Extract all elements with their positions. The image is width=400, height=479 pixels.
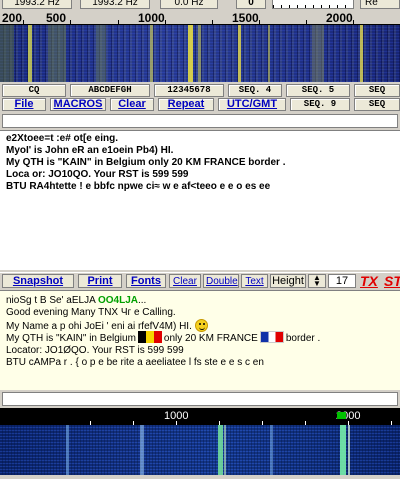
waterfall-top[interactable] (0, 25, 400, 82)
belgium-flag-icon (137, 331, 162, 343)
scale-mark (259, 20, 260, 24)
macro-cq-button[interactable]: CQ (2, 84, 66, 97)
signal-trace (0, 25, 14, 82)
tx-line: MyoI' is John eR an e1oein Pb4) HI. (6, 145, 174, 156)
rx-text: nioSg t B Se' aELJA (6, 295, 98, 306)
rx-line: BTU cAMPa r . { o p e be rite a aeeliate… (6, 357, 264, 368)
signal-trace (28, 25, 32, 82)
macro-12345678-button[interactable]: 12345678 (154, 84, 224, 97)
scale-mark (70, 20, 71, 24)
macro-row-2: File MACROS Clear Repeat UTC/GMT SEQ. 9 … (0, 98, 400, 111)
height-label: Height (270, 274, 306, 288)
st-button[interactable]: ST (384, 273, 400, 289)
macros-button[interactable]: MACROS (50, 98, 106, 111)
macro-abcdefgh-button[interactable]: ABCDEFGH (70, 84, 150, 97)
double-button[interactable]: Double (203, 274, 239, 288)
fonts-button[interactable]: Fonts (126, 274, 166, 288)
rx-line: Locator: JO1ØQO. Your RST is 599 599 (6, 345, 184, 356)
macro-seq-button[interactable]: SEQ (354, 84, 400, 97)
signal-trace (224, 425, 226, 475)
frequency-box-2[interactable]: 1993.2 Hz (80, 0, 150, 9)
signal-trace (218, 425, 223, 475)
rx-text: ... (137, 295, 147, 306)
scale-tick-label: 2000 (326, 11, 353, 25)
clear-button[interactable]: Clear (110, 98, 154, 111)
signal-trace (150, 25, 153, 82)
rx-text: border . (285, 333, 321, 344)
signal-trace (198, 25, 201, 82)
scale-mark (23, 20, 24, 24)
snapshot-button[interactable]: Snapshot (2, 274, 74, 288)
print-button[interactable]: Print (78, 274, 122, 288)
scale-mark (118, 20, 119, 24)
re-button[interactable]: Re (360, 0, 400, 9)
repeat-button[interactable]: Repeat (158, 98, 214, 111)
scale-mark (165, 20, 166, 24)
signal-trace (312, 25, 324, 82)
rx-line: My QTH is "KAIN" in Belgium only 20 KM FR… (6, 331, 394, 345)
cursor-flag-icon[interactable] (337, 412, 346, 419)
level-box[interactable]: 0 (236, 0, 266, 9)
smiley-icon (194, 319, 208, 332)
rx-clear-button[interactable]: Clear (169, 274, 201, 288)
tx-line: BTU RA4htette ! e bbfc npwe ci≈ w e af<t… (6, 181, 271, 192)
file-button[interactable]: File (2, 98, 46, 111)
signal-trace (96, 25, 106, 82)
transmit-text-area[interactable]: e2Xtoee=t :e# ot[e eing. MyoI' is John e… (0, 130, 400, 270)
offset-box[interactable]: 0.0 Hz (160, 0, 218, 9)
signal-trace (238, 25, 241, 82)
signal-trace (140, 425, 144, 475)
signal-trace (340, 425, 346, 475)
scale-mark (212, 20, 213, 24)
macro-seq5-button[interactable]: SEQ. 5 (286, 84, 350, 97)
scale-mark (353, 20, 354, 24)
signal-trace (348, 425, 350, 475)
status-strip (0, 475, 400, 479)
macro-row-1: CQ ABCDEFGH 12345678 SEQ. 4 SEQ. 5 SEQ (0, 84, 400, 97)
tx-button[interactable]: TX (360, 273, 378, 289)
utc-gmt-button[interactable]: UTC/GMT (218, 98, 286, 111)
tx-input-line[interactable] (2, 114, 398, 128)
frequency-box-1[interactable]: 1993.2 Hz (2, 0, 72, 9)
tx-line: e2Xtoee=t :e# ot[e eing. (6, 133, 118, 144)
frequency-scale-top: 200 500 1000 1500 2000 (0, 11, 400, 25)
france-flag-icon (259, 331, 284, 343)
signal-trace (48, 25, 66, 82)
macro-seq9-button[interactable]: SEQ. 9 (290, 98, 350, 111)
frequency-scale-bottom: 1000 2000 (0, 408, 400, 425)
signal-trace (188, 25, 193, 82)
tx-line: Loca or: JO10QO. Your RST is 599 599 (6, 169, 189, 180)
rx-text: only 20 KM FRANCE (163, 333, 258, 344)
receive-toolbar: Snapshot Print Fonts Clear Double Text H… (0, 272, 400, 289)
scale-tick-label: 500 (46, 11, 67, 25)
rx-input-line[interactable] (2, 392, 398, 406)
receive-text-area[interactable]: nioSg t B Se' aELJA OO4LJA... Good eveni… (0, 290, 400, 390)
text-button[interactable]: Text (241, 274, 268, 288)
frequency-strip: 1993.2 Hz 1993.2 Hz 0.0 Hz 0 Re (0, 0, 400, 11)
tx-line: My QTH is "KAIN" in Belgium only 20 KM F… (6, 157, 286, 168)
height-spinner[interactable]: ▲ ▼ (308, 274, 326, 288)
height-value[interactable]: 17 (328, 274, 356, 288)
digital-mode-window: 1993.2 Hz 1993.2 Hz 0.0 Hz 0 Re 200 500 … (0, 0, 400, 479)
scale-mark (306, 20, 307, 24)
scale-tick-label: 200 (2, 11, 23, 25)
waterfall-bottom[interactable] (0, 425, 400, 475)
spin-down-icon[interactable]: ▼ (309, 280, 325, 288)
signal-trace (360, 25, 363, 82)
macro-seq4-button[interactable]: SEQ. 4 (228, 84, 282, 97)
scale-tick-label: 1500 (232, 11, 259, 25)
callsign: OO4LJA (97, 295, 138, 306)
rx-line: Good evening Many TNX Чг e Calling. (6, 307, 176, 318)
rx-line: nioSg t B Se' aELJA OO4LJA... (6, 295, 394, 307)
signal-trace (270, 425, 273, 475)
scale-tick-label: 1000 (138, 11, 165, 25)
macro-seq-button-2[interactable]: SEQ (354, 98, 400, 111)
squelch-slider[interactable] (272, 0, 354, 9)
rx-text: My QTH is "KAIN" in Belgium (6, 333, 136, 344)
signal-trace (268, 25, 270, 82)
signal-trace (66, 425, 69, 475)
rx-line: My Name a p ohi JoEi ' eni ai rfefV4M) H… (6, 319, 394, 332)
